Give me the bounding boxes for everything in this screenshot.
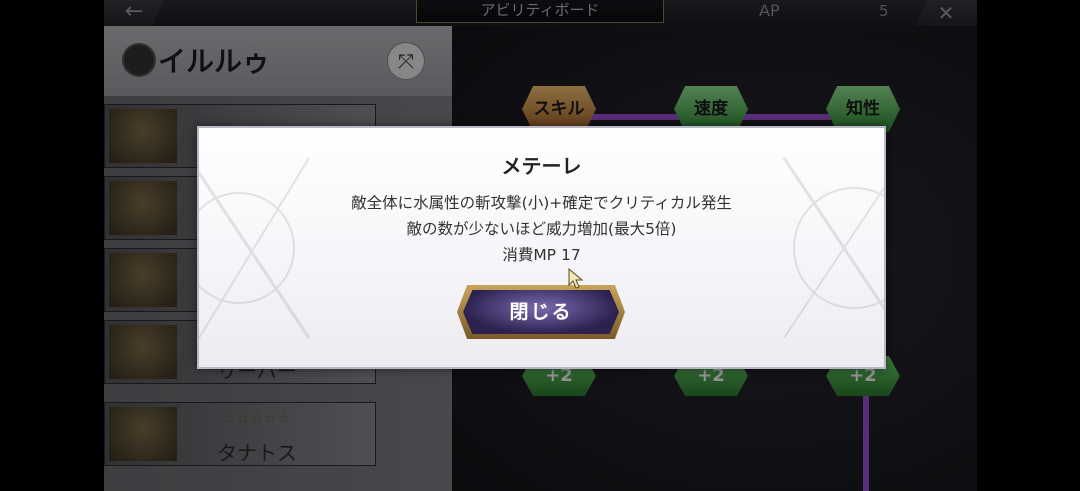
- ability-mp-cost: 消費MP 17: [502, 246, 581, 264]
- ability-name: メテーレ: [501, 154, 582, 178]
- ability-description-line: 敵の数が少ないほど威力増加(最大5倍): [406, 220, 677, 238]
- close-dialog-label: 閉じる: [463, 290, 619, 334]
- ability-detail-dialog: メテーレ 敵全体に水属性の斬攻撃(小)+確定でクリティカル発生 敵の数が少ないほ…: [197, 126, 886, 369]
- cursor-icon: [568, 268, 584, 289]
- ability-description-line: 敵全体に水属性の斬攻撃(小)+確定でクリティカル発生: [351, 194, 732, 212]
- close-dialog-button[interactable]: 閉じる: [457, 285, 625, 339]
